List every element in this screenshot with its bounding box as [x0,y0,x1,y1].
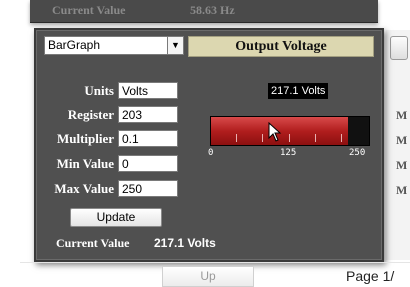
right-panel: M M M M [386,30,410,260]
background-current-value: 58.63 Hz [190,3,235,17]
multiplier-field[interactable]: 0.1 [118,130,178,147]
update-button[interactable]: Update [70,208,162,227]
gauge-readout: 217.1 Volts [268,83,329,99]
widget-type-value: BarGraph [48,38,101,52]
gauge-tick [315,134,316,142]
current-value-label: Current Value [56,236,130,250]
right-panel-letter: M [396,158,408,172]
max-value-label: Max Value [54,181,114,196]
right-panel-letter: M [396,108,408,122]
right-panel-letter: M [396,133,408,147]
gauge-tick-label-mid: 125 [280,148,297,158]
max-value-field[interactable]: 250 [118,180,178,197]
widget-title: Output Voltage [188,36,374,57]
footer-divider [20,262,410,263]
chevron-down-icon[interactable]: ▼ [167,37,183,54]
min-value-label: Min Value [56,156,114,171]
gauge-tick [262,134,263,142]
page-indicator: Page 1/ [346,268,395,284]
gauge-tick [236,134,237,142]
up-button[interactable]: Up [162,266,254,287]
bar-gauge-track [210,116,370,146]
gauge-tick-label-min: 0 [208,148,214,158]
background-current-value-label: Current Value [52,3,126,17]
units-field[interactable]: Volts [118,82,178,99]
background-panel: Current Value 58.63 Hz [30,0,378,23]
multiplier-label: Multiplier [56,131,114,146]
widget-type-select[interactable]: BarGraph ▼ [44,36,184,55]
register-label: Register [67,107,114,122]
right-panel-letter: M [396,183,408,197]
gauge-tick-label-max: 250 [349,148,366,158]
register-field[interactable]: 203 [118,106,178,123]
right-panel-button[interactable] [390,36,408,60]
units-label: Units [84,83,114,98]
current-value: 217.1 Volts [154,236,216,250]
widget-panel: BarGraph ▼ Output Voltage Units Volts Re… [34,28,384,262]
mouse-cursor-icon [268,122,282,142]
gauge-tick [289,134,290,142]
gauge-tick [341,134,342,142]
min-value-field[interactable]: 0 [118,155,178,172]
